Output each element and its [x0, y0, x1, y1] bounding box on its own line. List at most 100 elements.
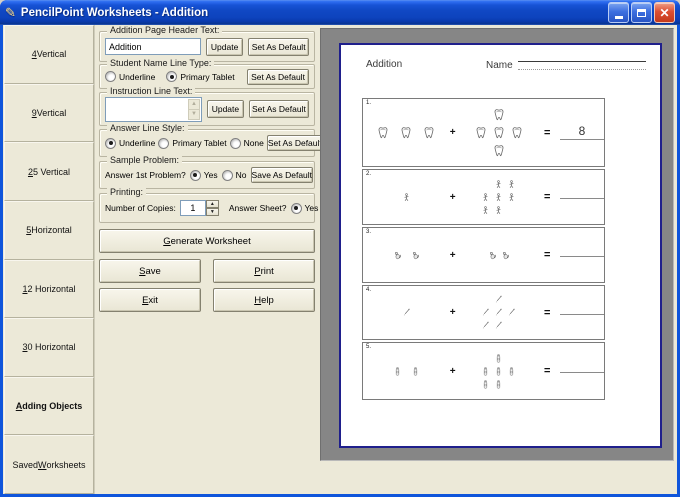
title-bar: ✎ PencilPoint Worksheets - Addition ✕	[0, 0, 680, 25]
maximize-button[interactable]	[631, 2, 652, 23]
printing-group: Printing: Number of Copies: ▲ ▼ Answer S…	[99, 187, 347, 223]
header-set-default-button[interactable]: Set As Default	[248, 37, 309, 56]
radio-checked-icon	[105, 137, 116, 149]
print-button[interactable]: Print	[213, 259, 315, 283]
left-addend-group	[371, 366, 442, 376]
sidebar-item-12-horizontal[interactable]: 12 Horizontal	[4, 259, 94, 319]
bottle-icon	[481, 366, 490, 376]
dancer-icon	[481, 205, 490, 215]
sample-yes-radio[interactable]: Yes	[189, 169, 218, 181]
answer-line	[560, 369, 604, 373]
tooth-icon	[376, 126, 390, 140]
instruction-update-button[interactable]: Update	[206, 100, 244, 118]
answer-style-underline-radio[interactable]: Underline	[105, 137, 155, 149]
bottle-icon	[494, 353, 503, 363]
sidebar-item-4-vertical[interactable]: 4 Vertical	[4, 25, 94, 84]
problem-number: 2.	[366, 171, 372, 177]
settings-panel: Addition Page Header Text: Update Set As…	[99, 25, 347, 494]
copies-stepper: ▲ ▼	[179, 200, 219, 216]
name-line-set-default-button[interactable]: Set As Default	[247, 68, 309, 85]
radio-icon	[229, 137, 241, 149]
sidebar-item-adding-objects[interactable]: Adding Objects	[4, 376, 94, 436]
radio-checked-icon	[290, 202, 302, 214]
save-button[interactable]: Save	[99, 259, 201, 283]
instruction-set-default-button[interactable]: Set As Default	[248, 100, 309, 118]
sidebar-item-9-vertical[interactable]: 9 Vertical	[4, 83, 94, 143]
sample-no-radio[interactable]: No	[221, 169, 247, 181]
sample-save-default-button[interactable]: Save As Default	[250, 167, 314, 183]
number-of-copies-label: Number of Copies:	[105, 203, 176, 213]
sidebar-item-saved-worksheets[interactable]: Saved Worksheets	[4, 435, 94, 494]
generate-worksheet-button[interactable]: Generate Worksheet	[99, 229, 315, 253]
header-update-button[interactable]: Update	[206, 37, 244, 56]
equals-sign: =	[543, 365, 551, 377]
tooth-icon	[492, 108, 506, 122]
close-icon: ✕	[659, 5, 670, 20]
instruction-textarea[interactable]	[106, 97, 201, 121]
plus-sign: +	[449, 127, 456, 138]
tooth-icon	[492, 126, 506, 140]
problem-row: 5. + =	[362, 342, 605, 400]
right-addend-group	[464, 249, 535, 262]
bottle-icon	[393, 366, 402, 376]
exit-button[interactable]: Exit	[99, 288, 201, 312]
squirrel-icon	[488, 251, 497, 260]
equals-sign: =	[543, 249, 551, 261]
bottle-icon	[411, 366, 420, 376]
worksheet-page: Addition Name 1. + = 8 2. + = 3. + = 4. + = 5. + =	[339, 43, 662, 448]
sidebar: 4 Vertical 9 Vertical 2 5 Vertical 5 Horizon…	[4, 25, 95, 494]
left-addend-group	[371, 251, 442, 260]
primary-tablet-lines	[517, 61, 646, 70]
scroll-down-icon[interactable]: ▼	[187, 108, 200, 120]
left-addend-group	[371, 192, 442, 202]
answer-style-set-default-button[interactable]: Set As Default	[266, 135, 323, 151]
plus-sign: +	[449, 191, 456, 203]
name-line-primary-tablet-radio[interactable]: Primary Tablet	[166, 71, 235, 82]
tooth-icon	[492, 144, 506, 158]
answer-line	[560, 195, 604, 199]
problem-row: 1. + = 8	[362, 98, 605, 167]
problem-number: 5.	[366, 344, 372, 350]
answer-area	[560, 311, 604, 315]
radio-checked-icon	[166, 71, 178, 82]
help-button[interactable]: Help	[213, 288, 315, 312]
plus-sign: +	[449, 307, 456, 318]
spin-down-icon[interactable]: ▼	[205, 208, 219, 216]
name-line-underline-radio[interactable]: Underline	[105, 71, 155, 82]
sample-problem-group: Sample Problem: Answer 1st Problem? Yes …	[99, 155, 315, 189]
radio-icon	[221, 169, 233, 181]
dancer-icon	[402, 192, 411, 202]
answer-area	[560, 195, 604, 199]
answer-style-group: Answer Line Style: Underline Primary Tab…	[99, 123, 323, 157]
header-text-input[interactable]	[105, 38, 201, 55]
instruction-textarea-wrap: ▲ ▼	[105, 96, 202, 122]
answer-area	[560, 253, 604, 257]
right-addend-group	[464, 293, 535, 332]
bottle-icon	[507, 366, 516, 376]
answer-style-primary-tablet-radio[interactable]: Primary Tablet	[158, 137, 227, 149]
minimize-button[interactable]	[608, 2, 629, 23]
needle-icon	[494, 295, 503, 304]
plus-sign: +	[449, 249, 456, 261]
spin-up-icon[interactable]: ▲	[205, 200, 219, 208]
left-addend-group	[371, 308, 442, 317]
sidebar-item-25-vertical[interactable]: 25 Vertical	[4, 142, 94, 201]
app-window: ✎ PencilPoint Worksheets - Addition ✕ 4 …	[0, 0, 680, 497]
radio-icon	[105, 71, 116, 82]
right-addend-group	[464, 106, 535, 160]
needle-icon	[507, 308, 516, 317]
answer-style-none-radio[interactable]: None	[229, 137, 264, 149]
answer-sheet-yes-radio[interactable]: Yes	[290, 202, 318, 214]
copies-input[interactable]	[179, 200, 206, 216]
sidebar-item-5-horizontal[interactable]: 5 Horizontal	[4, 200, 94, 260]
tooth-icon	[399, 126, 413, 140]
name-label: Name	[486, 60, 513, 71]
dancer-icon	[494, 205, 503, 215]
student-name-line: Name	[486, 58, 646, 71]
maximize-icon	[637, 8, 646, 17]
sidebar-item-30-horizontal[interactable]: 30 Horizontal	[4, 318, 94, 377]
dancer-icon	[507, 192, 516, 202]
needle-icon	[481, 321, 490, 330]
worksheet-title: Addition	[366, 59, 403, 70]
close-button[interactable]: ✕	[654, 2, 675, 23]
